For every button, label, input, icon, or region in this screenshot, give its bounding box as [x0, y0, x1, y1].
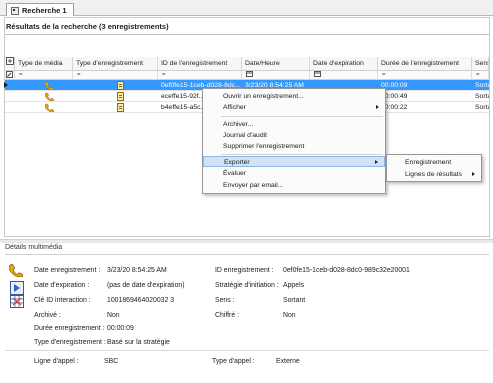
label-interaction-key: Clé ID interaction : — [34, 297, 91, 304]
phone-icon — [45, 92, 54, 101]
label-record-date: Date enregistrement : — [34, 267, 101, 274]
label-record-type: Type d'enregistrement : — [34, 339, 106, 346]
phone-icon — [45, 81, 54, 90]
menu-item-export[interactable]: Exporter — [203, 156, 385, 167]
tab-bar: Recherche 1 — [0, 0, 493, 16]
filter-record-id[interactable]: = — [158, 71, 242, 80]
filter-edit-icon[interactable] — [5, 71, 15, 80]
menu-item-label: Lignes de résultats — [405, 171, 463, 178]
label-record-duration: Durée enregistrement : — [34, 325, 105, 332]
menu-item-open-recording[interactable]: Ouvrir un enregistrement... — [203, 91, 385, 102]
divider — [5, 254, 489, 255]
cell-record-id: b4effe15-a5c... — [161, 104, 207, 111]
cell-duration: 00:00:09 — [381, 82, 408, 89]
label-call-type: Type d'appel : — [212, 358, 255, 365]
label-direction: Sens : — [215, 297, 235, 304]
context-menu: Ouvrir un enregistrement... Afficher Arc… — [202, 88, 386, 194]
submenu-arrow-icon — [375, 160, 378, 164]
label-record-id: ID enregistrement : — [215, 267, 274, 274]
cell-sens: Sortan — [475, 82, 489, 89]
label-encrypted: Chiffré : — [215, 312, 239, 319]
cell-sens: Sortan — [475, 93, 489, 100]
submenu-arrow-icon — [376, 105, 379, 109]
phone-icon — [9, 264, 23, 277]
playback-icon[interactable] — [10, 281, 24, 295]
phone-icon — [45, 103, 54, 112]
value-initiation-strategy: Appels — [283, 282, 305, 289]
menu-item-archive[interactable]: Archiver... — [203, 119, 385, 130]
menu-item-display[interactable]: Afficher — [203, 102, 385, 113]
label-archived: Archivé : — [34, 312, 61, 319]
submenu-item-result-lines[interactable]: Lignes de résultats — [387, 169, 481, 180]
column-header-duration[interactable]: Durée de l'enregistrement — [378, 57, 472, 71]
current-row-indicator-icon — [4, 82, 8, 88]
filter-duration[interactable]: = — [378, 71, 472, 80]
value-expiration-date: (pas de date d'expiration) — [107, 282, 185, 289]
cell-sens: Sortan — [475, 104, 489, 111]
cell-record-id: eceffe15-92f... — [161, 93, 205, 100]
value-call-line: SBC — [104, 358, 119, 365]
label-initiation-strategy: Stratégie d'initiation : — [215, 282, 279, 289]
calendar-icon — [246, 71, 253, 77]
menu-item-label: Exporter — [224, 159, 250, 166]
divider — [5, 350, 489, 351]
submenu-item-recording[interactable]: Enregistrement — [387, 157, 481, 168]
value-record-duration: 00:00:09 — [107, 325, 134, 332]
details-title: Détails multimédia — [5, 244, 63, 251]
value-encrypted: Non — [283, 312, 296, 319]
tab-label: Recherche 1 — [22, 6, 67, 15]
filter-date-time[interactable] — [242, 71, 310, 80]
filter-media-type[interactable]: = — [15, 71, 73, 80]
menu-separator — [221, 154, 383, 155]
tab-recherche-1[interactable]: Recherche 1 — [6, 3, 74, 16]
value-call-type: Externe — [276, 358, 300, 365]
record-document-icon — [117, 92, 124, 101]
cell-duration: 00:00:49 — [381, 93, 408, 100]
column-header-sens[interactable]: Sens — [472, 57, 489, 71]
interaction-grid-icon — [10, 295, 24, 308]
menu-item-label: Afficher — [223, 104, 246, 111]
filter-record-type[interactable]: = — [73, 71, 158, 80]
label-call-line: Ligne d'appel : — [34, 358, 79, 365]
record-document-icon — [117, 103, 124, 112]
menu-item-delete-recording[interactable]: Supprimer l'enregistrement — [203, 141, 385, 152]
filter-expiration-date[interactable] — [310, 71, 378, 80]
value-archived: Non — [107, 312, 120, 319]
value-record-id: 0ef0fe15-1ceb-d028-8dc0-989c32e20001 — [283, 267, 410, 274]
column-header-record-id[interactable]: ID de l'enregistrement — [158, 57, 242, 71]
value-direction: Sortant — [283, 297, 306, 304]
column-header-media-type[interactable]: Type de média — [15, 57, 73, 71]
divider — [5, 34, 489, 35]
value-record-date: 3/23/20 8:54:25 AM — [107, 267, 167, 274]
column-header-record-type[interactable]: Type d'enregistrement — [73, 57, 158, 71]
pane-splitter[interactable] — [0, 239, 493, 243]
column-chooser-icon[interactable] — [5, 57, 15, 71]
search-tab-icon — [11, 6, 19, 15]
filter-sens[interactable]: = — [472, 71, 489, 80]
menu-item-evaluate[interactable]: Évaluer — [203, 168, 385, 179]
label-expiration-date: Date d'expiration : — [34, 282, 90, 289]
submenu-arrow-icon — [472, 172, 475, 176]
export-submenu: Enregistrement Lignes de résultats — [386, 154, 482, 182]
value-interaction-key: 1001869464020032 3 — [107, 297, 175, 304]
results-title: Résultats de la recherche (3 enregistrem… — [6, 22, 169, 31]
cell-duration: 00:00:22 — [381, 104, 408, 111]
menu-separator — [221, 116, 383, 117]
record-document-icon — [117, 81, 124, 90]
value-record-type: Basé sur la stratégie — [107, 339, 170, 346]
menu-item-send-email[interactable]: Envoyer par email... — [203, 180, 385, 191]
menu-item-audit-log[interactable]: Journal d'audit — [203, 130, 385, 141]
calendar-icon — [314, 71, 321, 77]
column-header-date-time[interactable]: Date/Heure — [242, 57, 310, 71]
column-header-expiration-date[interactable]: Date d'expiration — [310, 57, 378, 71]
